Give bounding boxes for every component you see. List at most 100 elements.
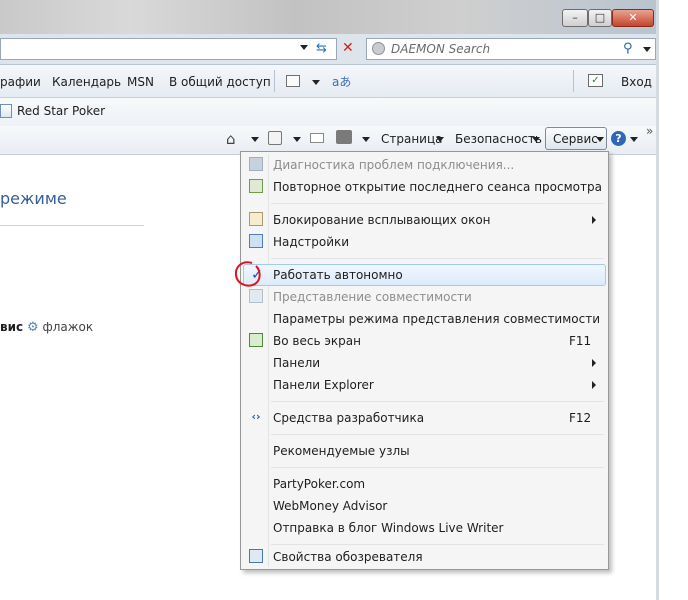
menu-item-developer-tools[interactable]: ‹› Средства разработчика F12 xyxy=(243,407,606,429)
page-text-bold: вис xyxy=(0,320,24,334)
maximize-button[interactable]: □ xyxy=(588,9,612,27)
menu-item-blog-writer[interactable]: Отправка в блог Windows Live Writer xyxy=(243,517,606,539)
menu-item-suggested-sites[interactable]: Рекомендуемые узлы xyxy=(243,440,606,462)
menu-item-shortcut: F12 xyxy=(569,411,592,425)
menu-item-compatibility-settings[interactable]: Параметры режима представления совместим… xyxy=(243,308,606,330)
menu-separator xyxy=(271,401,604,402)
menu-item-label: Средства разработчика xyxy=(273,411,425,425)
close-button[interactable]: ✕ xyxy=(612,9,654,27)
menu-item-diagnose[interactable]: Диагностика проблем подключения... xyxy=(243,154,606,176)
submenu-arrow-icon xyxy=(592,359,596,367)
internet-options-icon xyxy=(249,549,263,563)
menu-item-label: Панели Explorer xyxy=(273,378,374,392)
menu-item-label: Повторное открытие последнего сеанса про… xyxy=(273,180,602,194)
chevron-more-icon[interactable]: » xyxy=(646,124,653,138)
menu-item-label: Работать автономно xyxy=(273,268,403,282)
service-menu: Диагностика проблем подключения... Повто… xyxy=(240,151,609,570)
page-divider xyxy=(0,225,144,226)
fav-item-msn[interactable]: MSN xyxy=(127,75,154,89)
compatibility-icon xyxy=(249,289,263,303)
addons-icon xyxy=(249,234,263,248)
service-menu-button[interactable]: Сервис xyxy=(545,127,607,150)
menu-item-label: Рекомендуемые узлы xyxy=(273,444,410,458)
login-link[interactable]: Вход xyxy=(621,75,652,89)
menu-item-shortcut: F11 xyxy=(569,334,592,348)
checkbox-icon[interactable]: ✓ xyxy=(588,74,603,87)
page-text-rest: флажок xyxy=(42,320,94,334)
toolbar-divider xyxy=(573,70,574,92)
page-text: вис ⚙ флажок xyxy=(0,320,93,335)
link-red-star-poker[interactable]: Red Star Poker xyxy=(17,104,105,118)
toolbar-divider xyxy=(274,70,275,92)
menu-item-explorer-bars[interactable]: Панели Explorer xyxy=(243,374,606,396)
home-dropdown-icon[interactable] xyxy=(251,137,259,142)
refresh-icon[interactable]: ⇆ xyxy=(316,41,327,56)
menu-item-label: Свойства обозревателя xyxy=(273,550,423,564)
annotation-circle xyxy=(234,261,261,287)
menu-item-label: Диагностика проблем подключения... xyxy=(273,158,515,172)
search-provider-icon xyxy=(372,42,385,55)
submenu-arrow-icon xyxy=(592,216,596,224)
feeds-dropdown-icon[interactable] xyxy=(293,137,301,142)
menu-item-label: PartyPoker.com xyxy=(273,477,366,491)
popup-blocker-icon xyxy=(249,212,263,226)
network-diagnose-icon xyxy=(249,157,263,171)
search-box[interactable]: DAEMON Search ⚲ xyxy=(366,38,656,60)
fullscreen-icon xyxy=(249,333,263,347)
service-dropdown-icon xyxy=(596,137,604,142)
menu-item-label: WebMoney Advisor xyxy=(273,499,388,513)
menu-item-label: Панели xyxy=(273,356,321,370)
home-icon[interactable]: ⌂ xyxy=(226,130,236,148)
menu-separator xyxy=(271,467,604,468)
menu-item-label: Надстройки xyxy=(273,235,350,249)
menu-separator xyxy=(271,544,604,545)
menu-item-popup-blocker[interactable]: Блокирование всплывающих окон xyxy=(243,209,606,231)
menu-separator xyxy=(271,258,604,259)
clipboard-dropdown-icon[interactable] xyxy=(312,80,320,85)
fav-item-share[interactable]: В общий доступ xyxy=(169,75,271,89)
translate-icon[interactable]: aあ xyxy=(332,73,351,90)
menu-item-label: Представление совместимости xyxy=(273,290,472,304)
menu-item-work-offline[interactable]: ✓ Работать автономно xyxy=(243,264,606,286)
menu-item-internet-options[interactable]: Свойства обозревателя xyxy=(243,546,606,568)
window-right-border xyxy=(656,0,659,600)
stop-icon[interactable]: ✕ xyxy=(342,40,354,56)
menu-item-reopen-session[interactable]: Повторное открытие последнего сеанса про… xyxy=(243,176,606,198)
address-dropdown-icon[interactable] xyxy=(300,45,308,50)
search-icon[interactable]: ⚲ xyxy=(623,41,633,56)
reopen-session-icon xyxy=(249,179,263,193)
menu-item-addons[interactable]: Надстройки xyxy=(243,231,606,253)
menu-separator xyxy=(271,434,604,435)
menu-item-toolbars[interactable]: Панели xyxy=(243,352,606,374)
fav-item-calendar[interactable]: Календарь xyxy=(52,75,121,89)
page-menu-button[interactable]: Страница xyxy=(381,132,443,146)
menu-item-label: Во весь экран xyxy=(273,334,361,348)
search-options-icon[interactable] xyxy=(643,47,651,52)
fav-item-photos[interactable]: рафии xyxy=(0,75,41,89)
help-dropdown-icon[interactable] xyxy=(630,137,638,142)
menu-item-partypoker[interactable]: PartyPoker.com xyxy=(243,473,606,495)
safety-menu-button[interactable]: Безопасность xyxy=(455,132,542,146)
page-dropdown-icon[interactable] xyxy=(436,137,444,142)
clipboard-icon[interactable] xyxy=(286,75,300,87)
menu-item-compatibility-view[interactable]: Представление совместимости xyxy=(243,286,606,308)
gear-icon: ⚙ xyxy=(26,320,39,335)
search-placeholder: DAEMON Search xyxy=(391,42,491,56)
page-icon xyxy=(0,104,12,118)
developer-tools-icon: ‹› xyxy=(251,410,261,423)
print-icon[interactable] xyxy=(336,130,352,144)
menu-item-label: Параметры режима представления совместим… xyxy=(273,312,601,326)
submenu-arrow-icon xyxy=(592,381,596,389)
safety-dropdown-icon[interactable] xyxy=(532,137,540,142)
mail-icon[interactable] xyxy=(310,133,324,143)
help-icon[interactable]: ? xyxy=(611,131,626,146)
page-title: режиме xyxy=(0,189,67,208)
minimize-button[interactable]: – xyxy=(562,9,588,27)
menu-item-label: Блокирование всплывающих окон xyxy=(273,213,491,227)
service-menu-label: Сервис xyxy=(553,132,598,146)
menu-item-webmoney-advisor[interactable]: WebMoney Advisor xyxy=(243,495,606,517)
address-bar[interactable] xyxy=(0,38,337,60)
feeds-icon[interactable] xyxy=(268,131,282,145)
menu-item-fullscreen[interactable]: Во весь экран F11 xyxy=(243,330,606,352)
print-dropdown-icon[interactable] xyxy=(362,137,370,142)
